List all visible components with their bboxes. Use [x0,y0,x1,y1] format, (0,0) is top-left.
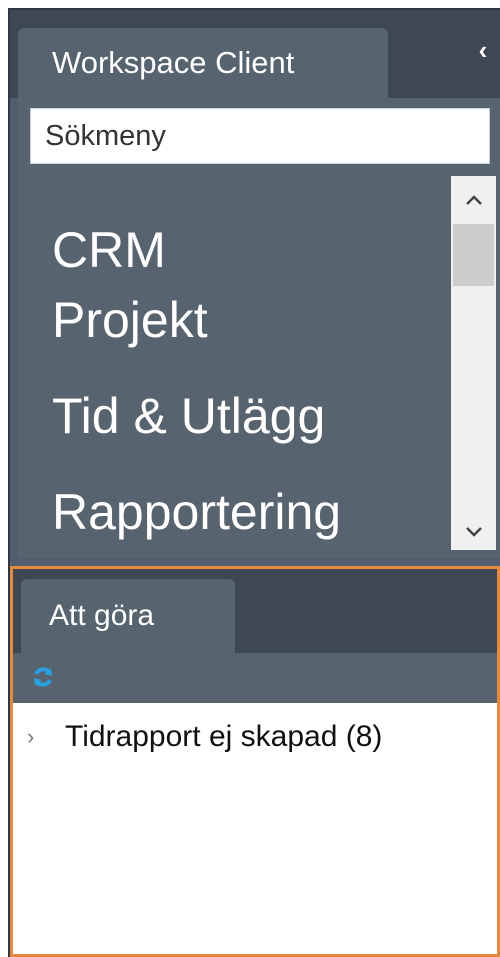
scroll-down-icon[interactable] [451,510,496,550]
search-menu-input[interactable] [30,108,490,164]
tree-item-label: Tidrapport ej skapad (8) [65,720,383,753]
tab-workspace-client[interactable]: Workspace Client [18,28,388,98]
refresh-icon[interactable] [31,665,55,689]
collapse-sidebar-icon[interactable]: ‹ [470,32,496,68]
scroll-thumb[interactable] [453,224,494,286]
menu-scrollbar[interactable] [451,176,496,550]
todo-panel: Att göra › Tidrapport ej skapad (8) [10,566,500,957]
tab-att-gora[interactable]: Att göra [21,579,235,653]
menu-item-projekt[interactable]: Projekt [52,290,208,350]
todo-toolbar [13,653,497,703]
menu-item-tid-utlagg[interactable]: Tid & Utlägg [52,386,325,446]
scroll-up-icon[interactable] [451,178,496,218]
tree-item-tidrapport[interactable]: › Tidrapport ej skapad (8) [27,717,382,757]
chevron-right-icon[interactable]: › [27,724,65,750]
menu-item-crm[interactable]: CRM [52,220,166,280]
menu-item-rapportering[interactable]: Rapportering [52,482,341,542]
